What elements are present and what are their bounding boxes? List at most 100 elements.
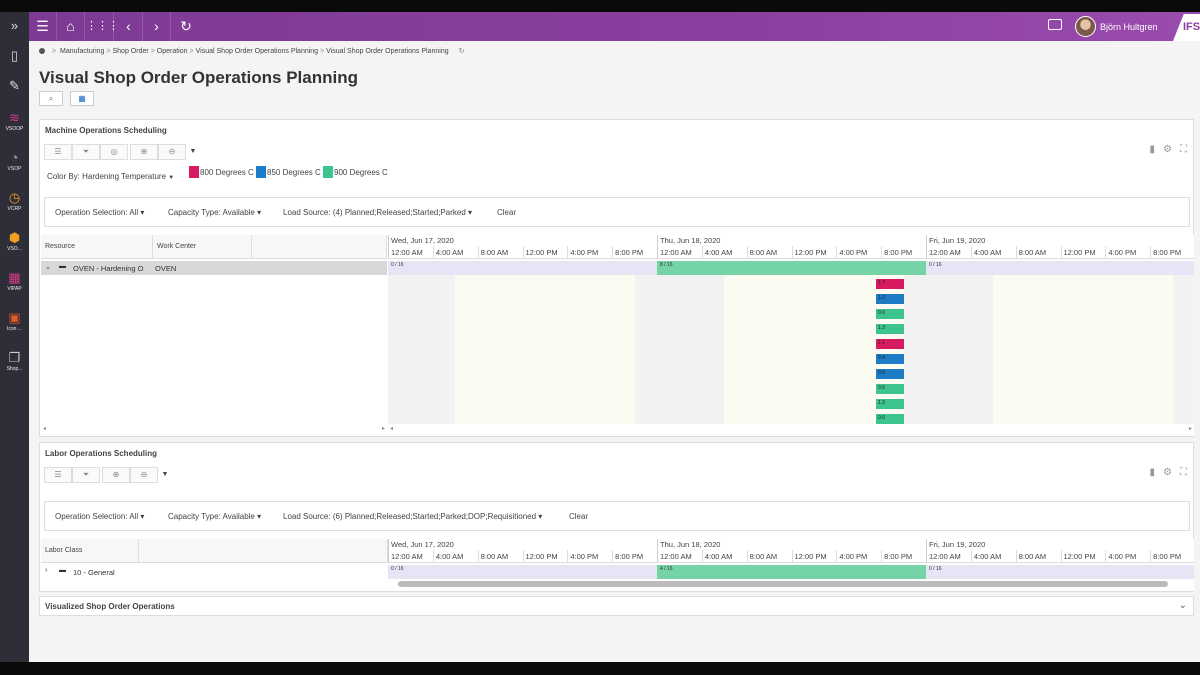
operation-selection-filter[interactable]: Operation Selection: All ▾: [55, 512, 144, 521]
sidebar-item[interactable]: ❐ Shop...: [0, 350, 29, 373]
hour-label: 12:00 PM: [794, 552, 827, 561]
chevron-down-icon[interactable]: ▼: [186, 144, 200, 160]
hour-label: 8:00 AM: [749, 248, 778, 257]
home-icon[interactable]: ⌂: [57, 12, 85, 41]
color-by-dropdown[interactable]: Color By: Hardening Temperature ▼: [47, 172, 174, 181]
breadcrumb-item[interactable]: Manufacturing: [60, 48, 104, 55]
operation-bar[interactable]: 1.2: [876, 294, 904, 304]
labor-filter-bar: Operation Selection: All ▾ Capacity Type…: [44, 501, 1190, 531]
avatar[interactable]: [1075, 16, 1096, 37]
sidebar-item[interactable]: ▦ VIPAP: [0, 270, 29, 293]
operation-bar[interactable]: 0.6: [876, 309, 904, 319]
chart-icon[interactable]: ▮: [1150, 467, 1156, 478]
operation-bar[interactable]: 0.5: [876, 369, 904, 379]
day-divider: [657, 539, 658, 562]
breadcrumb-item[interactable]: Operation: [157, 48, 188, 55]
table-view-icon[interactable]: ▦: [70, 91, 94, 106]
back-icon[interactable]: ‹: [115, 12, 143, 41]
load-segment[interactable]: 4 / 16: [657, 565, 926, 579]
legend-label: 850 Degrees C: [267, 168, 321, 177]
sidebar-item-label: Icon ...: [6, 326, 22, 332]
breadcrumb-item[interactable]: Visual Shop Order Operations Planning: [326, 48, 448, 55]
operation-bar[interactable]: 0.6: [876, 414, 904, 424]
labor-class-column-header[interactable]: Labor Class: [41, 539, 139, 563]
expand-icon[interactable]: ⛶: [1180, 144, 1187, 155]
operation-bar[interactable]: 1.3: [876, 399, 904, 409]
user-name[interactable]: Björn Hultgren: [1100, 22, 1158, 32]
zoom-out-icon[interactable]: ⊖: [158, 144, 186, 160]
gear-icon[interactable]: ⚙: [1163, 467, 1172, 478]
operation-bar[interactable]: 1.1: [876, 339, 904, 349]
load-segment[interactable]: 0 / 16: [388, 565, 657, 579]
chevron-down-icon[interactable]: ▼: [158, 467, 172, 483]
list-icon[interactable]: ☰: [44, 467, 72, 483]
home-dot-icon[interactable]: [39, 48, 45, 54]
sidebar-item[interactable]: ≋ VSOOP: [0, 110, 29, 133]
hour-label: 8:00 AM: [749, 552, 778, 561]
refresh-icon[interactable]: ↻: [172, 12, 200, 41]
resource-row[interactable]: ⌄ ▬ OVEN - Hardening O OVEN: [41, 261, 387, 275]
sidebar-item[interactable]: ✎: [0, 78, 29, 94]
breadcrumb-item[interactable]: Visual Shop Order Operations Planning: [196, 48, 318, 55]
sidebar-item[interactable]: ◷ VCRP: [0, 190, 29, 213]
zoom-out-icon[interactable]: ⊖: [130, 467, 158, 483]
column-header-blank: [139, 539, 388, 563]
menu-icon[interactable]: ☰: [29, 12, 57, 41]
hour-tick: [432, 550, 434, 562]
clear-button[interactable]: Clear: [497, 208, 516, 217]
machine-gantt: Resource Work Center Wed, Jun 17, 2020 12…: [41, 235, 1194, 436]
search-icon[interactable]: ⌕: [39, 91, 63, 106]
panel-title: Labor Operations Scheduling: [45, 449, 158, 458]
hour-label: 8:00 PM: [884, 552, 913, 561]
horizontal-scrollbar[interactable]: ◂ ▸: [41, 425, 387, 434]
zoom-in-icon[interactable]: ⊕: [102, 467, 130, 483]
notification-icon[interactable]: [1048, 19, 1062, 30]
operation-bar[interactable]: 0.5: [876, 384, 904, 394]
work-center-column-header[interactable]: Work Center: [153, 235, 252, 259]
horizontal-scrollbar[interactable]: ◂ ▸: [388, 425, 1194, 434]
resource-column-header[interactable]: Resource: [41, 235, 153, 259]
filter-label: Load Source: (6) Planned;Released;Starte…: [283, 512, 537, 521]
sidebar-item[interactable]: ⬢ VSO...: [0, 230, 29, 253]
operation-bar[interactable]: 0.4: [876, 354, 904, 364]
operation-bar[interactable]: 1.7: [876, 279, 904, 289]
gear-icon[interactable]: ⚙: [1163, 144, 1172, 155]
sidebar-item-label: VIPAP: [7, 286, 22, 292]
chevron-down-icon[interactable]: ⌄: [45, 263, 51, 271]
chart-icon[interactable]: ▮: [1150, 144, 1156, 155]
horizontal-scrollbar[interactable]: [398, 581, 1168, 587]
capacity-type-filter[interactable]: Capacity Type: Available ▾: [168, 208, 261, 217]
load-source-filter[interactable]: Load Source: (6) Planned;Released;Starte…: [283, 512, 542, 521]
filter-label: Operation Selection: All: [55, 512, 139, 521]
hour-label: 4:00 AM: [435, 552, 464, 561]
forward-icon[interactable]: ›: [143, 12, 171, 41]
refresh-icon[interactable]: ↻: [459, 48, 465, 55]
chevron-down-icon[interactable]: ⌄: [1179, 600, 1187, 611]
filter-icon[interactable]: ⏷: [72, 467, 100, 483]
sidebar-item[interactable]: ▣ Icon ...: [0, 310, 29, 333]
machine-toolbar: ☰ ⏷ ◎ ⊕ ⊖ ▼: [44, 144, 200, 160]
sidebar-item[interactable]: ▯: [0, 48, 29, 64]
labor-class-row[interactable]: › ▬ 10 - General: [41, 565, 387, 579]
operation-bar[interactable]: 1.3: [876, 324, 904, 334]
load-segment[interactable]: 0 / 16: [926, 261, 1194, 275]
load-segment[interactable]: 0 / 16: [926, 565, 1194, 579]
working-hours-band: [993, 275, 1173, 424]
load-segment[interactable]: 8 / 16: [657, 261, 926, 275]
clear-button[interactable]: Clear: [569, 512, 588, 521]
expand-icon[interactable]: ⛶: [1180, 467, 1187, 478]
list-icon[interactable]: ☰: [44, 144, 72, 160]
visualized-operations-panel[interactable]: Visualized Shop Order Operations ⌄: [39, 596, 1194, 616]
apps-grid-icon[interactable]: ⋮⋮⋮: [86, 12, 119, 41]
filter-icon[interactable]: ⏷: [72, 144, 100, 160]
zoom-in-icon[interactable]: ⊕: [130, 144, 158, 160]
load-source-filter[interactable]: Load Source: (4) Planned;Released;Starte…: [283, 208, 472, 217]
load-segment[interactable]: 0 / 16: [388, 261, 657, 275]
breadcrumb-item[interactable]: Shop Order: [113, 48, 149, 55]
chevron-right-icon[interactable]: ›: [45, 567, 47, 574]
operation-selection-filter[interactable]: Operation Selection: All ▾: [55, 208, 144, 217]
sidebar-item[interactable]: ◔ VSOP: [0, 150, 29, 173]
target-icon[interactable]: ◎: [100, 144, 128, 160]
capacity-type-filter[interactable]: Capacity Type: Available ▾: [168, 512, 261, 521]
sidebar-item[interactable]: »: [0, 18, 29, 34]
